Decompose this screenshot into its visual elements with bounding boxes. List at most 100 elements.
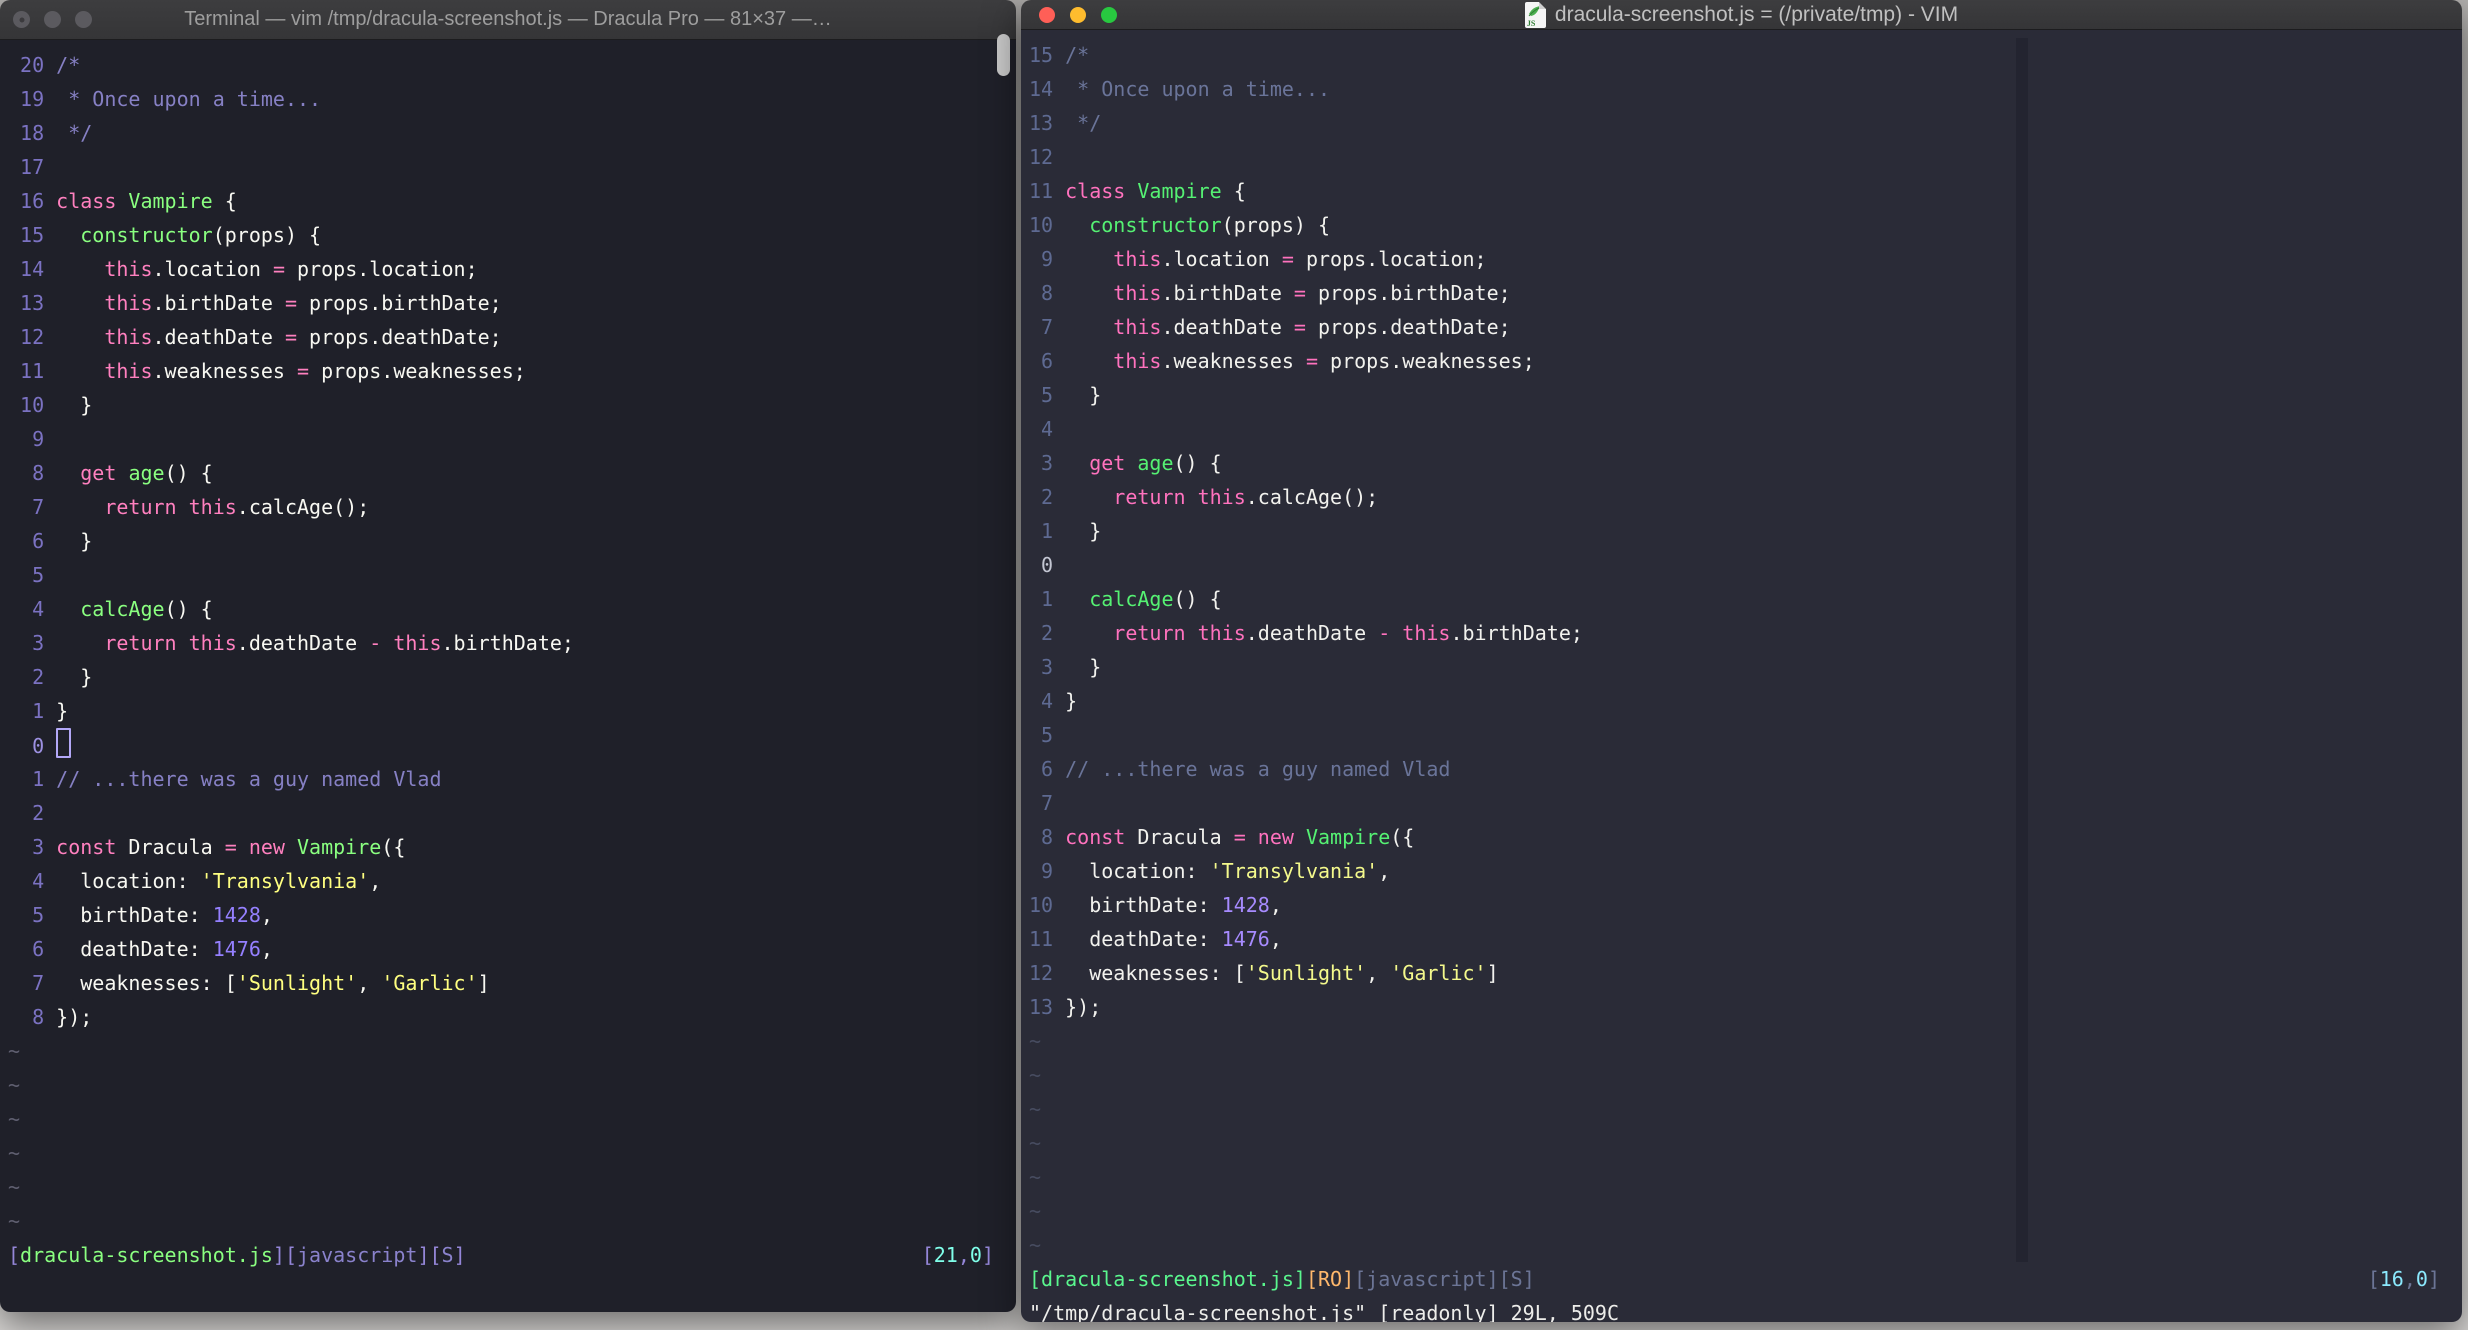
code-line: 10 } xyxy=(8,393,93,417)
tilde-row: ~ xyxy=(8,1073,21,1097)
zoom-button[interactable] xyxy=(75,11,92,28)
status-line: [dracula-screenshot.js][RO][javascript][… xyxy=(1029,1262,2462,1296)
code-line: 4 calcAge() { xyxy=(8,597,213,621)
code-line: 2 xyxy=(8,796,1016,830)
line-number: 16 xyxy=(8,189,57,213)
vim-editor-pane[interactable]: 15 /* 14 * Once upon a time... 13 */12 11 … xyxy=(1021,30,2462,1322)
window-title: dracula-screenshot.js = (/private/tmp) -… xyxy=(1554,2,1959,26)
code-line: 13 */ xyxy=(1029,111,1102,135)
line-number: 11 xyxy=(8,359,57,383)
code-line: 9 xyxy=(8,422,1016,456)
line-number: 11 xyxy=(1029,927,1066,951)
code-line: 6 // ...there was a guy named Vlad xyxy=(1029,757,1451,781)
close-button[interactable] xyxy=(1039,6,1055,23)
code-line: 3 return this.deathDate - this.birthDate… xyxy=(8,631,574,655)
code-line: 10 constructor(props) { xyxy=(1029,213,1331,237)
line-number: 17 xyxy=(8,155,57,179)
code-line: 15 /* xyxy=(1029,43,1090,67)
macvim-window: JS dracula-screenshot.js = (/private/tmp… xyxy=(1021,0,2462,1322)
code-line: 7 xyxy=(1029,786,2462,820)
code-line: 1 calcAge() { xyxy=(1029,587,1222,611)
tilde-row: ~ xyxy=(1029,1131,1042,1155)
tilde-row: ~ xyxy=(8,1107,21,1131)
tilde-row: ~ xyxy=(1029,1165,1042,1189)
line-number: 18 xyxy=(8,121,57,145)
macvim-titlebar[interactable]: JS dracula-screenshot.js = (/private/tmp… xyxy=(1021,0,2462,30)
code-line: 8 get age() { xyxy=(8,461,213,485)
line-number: 5 xyxy=(1029,723,1066,747)
code-line: 0 xyxy=(8,728,1016,762)
line-number: 13 xyxy=(8,291,57,315)
line-number: 1 xyxy=(1029,519,1066,543)
code-line: 2 return this.deathDate - this.birthDate… xyxy=(1029,621,1583,645)
line-number: 4 xyxy=(8,597,57,621)
line-number: 10 xyxy=(1029,213,1066,237)
line-number: 7 xyxy=(8,495,57,519)
command-line: "/tmp/dracula-screenshot.js" [readonly] … xyxy=(1029,1301,1620,1322)
line-number: 2 xyxy=(8,801,57,825)
tilde-row: ~ xyxy=(8,1039,21,1063)
zoom-button[interactable] xyxy=(1101,6,1117,23)
code-line: 11 this.weaknesses = props.weaknesses; xyxy=(8,359,526,383)
code-line: 4 location: 'Transylvania', xyxy=(8,869,382,893)
line-number: 0 xyxy=(8,734,57,758)
close-button[interactable] xyxy=(13,11,30,28)
line-number: 3 xyxy=(1029,655,1066,679)
code-line: 7 return this.calcAge(); xyxy=(8,495,370,519)
code-line: 5 xyxy=(8,558,1016,592)
line-number: 6 xyxy=(8,937,57,961)
code-line: 15 constructor(props) { xyxy=(8,223,322,247)
code-line: 2 return this.calcAge(); xyxy=(1029,485,1379,509)
line-number: 0 xyxy=(1029,553,1066,577)
code-line: 11 class Vampire { xyxy=(1029,179,1246,203)
line-number: 3 xyxy=(8,631,57,655)
edited-dot-icon xyxy=(19,17,24,22)
code-line: 13 this.birthDate = props.birthDate; xyxy=(8,291,502,315)
line-number: 19 xyxy=(8,87,57,111)
tilde-row: ~ xyxy=(8,1209,21,1233)
line-number: 10 xyxy=(8,393,57,417)
cursor-position: [21,0] xyxy=(921,1243,994,1267)
code-line: 14 * Once upon a time... xyxy=(1029,77,1331,101)
terminal-window: Terminal — vim /tmp/dracula-screenshot.j… xyxy=(0,0,1016,1312)
code-line: 6 } xyxy=(8,529,93,553)
terminal-titlebar[interactable]: Terminal — vim /tmp/dracula-screenshot.j… xyxy=(0,0,1016,40)
code-line: 12 this.deathDate = props.deathDate; xyxy=(8,325,502,349)
line-number: 10 xyxy=(1029,893,1066,917)
vim-editor-pane[interactable]: 20 /* 19 * Once upon a time... 18 */ 1 7 … xyxy=(0,40,1016,1312)
line-number: 3 xyxy=(1029,451,1066,475)
command-line xyxy=(8,1272,1016,1306)
code-line: 12 xyxy=(1029,140,2462,174)
line-number: 15 xyxy=(8,223,57,247)
line-number: 20 xyxy=(8,53,57,77)
status-file-info: [dracula-screenshot.js][RO][javascript][… xyxy=(1029,1267,1535,1291)
line-number: 9 xyxy=(8,427,57,451)
minimize-button[interactable] xyxy=(1070,6,1086,23)
line-number: 5 xyxy=(1029,383,1066,407)
line-number: 1 xyxy=(1029,587,1066,611)
code-line: 3 } xyxy=(1029,655,1102,679)
code-line: 9 location: 'Transylvania', xyxy=(1029,859,1391,883)
code-line: 20 /* xyxy=(8,53,81,77)
line-number: 12 xyxy=(8,325,57,349)
code-line: 19 * Once upon a time... xyxy=(8,87,322,111)
line-number: 11 xyxy=(1029,179,1066,203)
line-number: 1 xyxy=(8,699,57,723)
window-title: Terminal — vim /tmp/dracula-screenshot.j… xyxy=(184,8,832,30)
line-number: 8 xyxy=(8,1005,57,1029)
tilde-row: ~ xyxy=(1029,1029,1042,1053)
code-line: 11 deathDate: 1476, xyxy=(1029,927,1282,951)
line-number: 7 xyxy=(1029,791,1066,815)
minimize-button[interactable] xyxy=(44,11,61,28)
scrollbar-thumb[interactable] xyxy=(997,34,1010,76)
code-line: 8 this.birthDate = props.birthDate; xyxy=(1029,281,1511,305)
line-number: 1 xyxy=(8,767,57,791)
tilde-row: ~ xyxy=(8,1175,21,1199)
line-number: 4 xyxy=(1029,689,1066,713)
line-number: 6 xyxy=(8,529,57,553)
line-number: 8 xyxy=(1029,281,1066,305)
line-number: 8 xyxy=(8,461,57,485)
code-line: 17 xyxy=(8,150,1016,184)
tilde-row: ~ xyxy=(8,1141,21,1165)
code-line: 8 }); xyxy=(8,1005,93,1029)
